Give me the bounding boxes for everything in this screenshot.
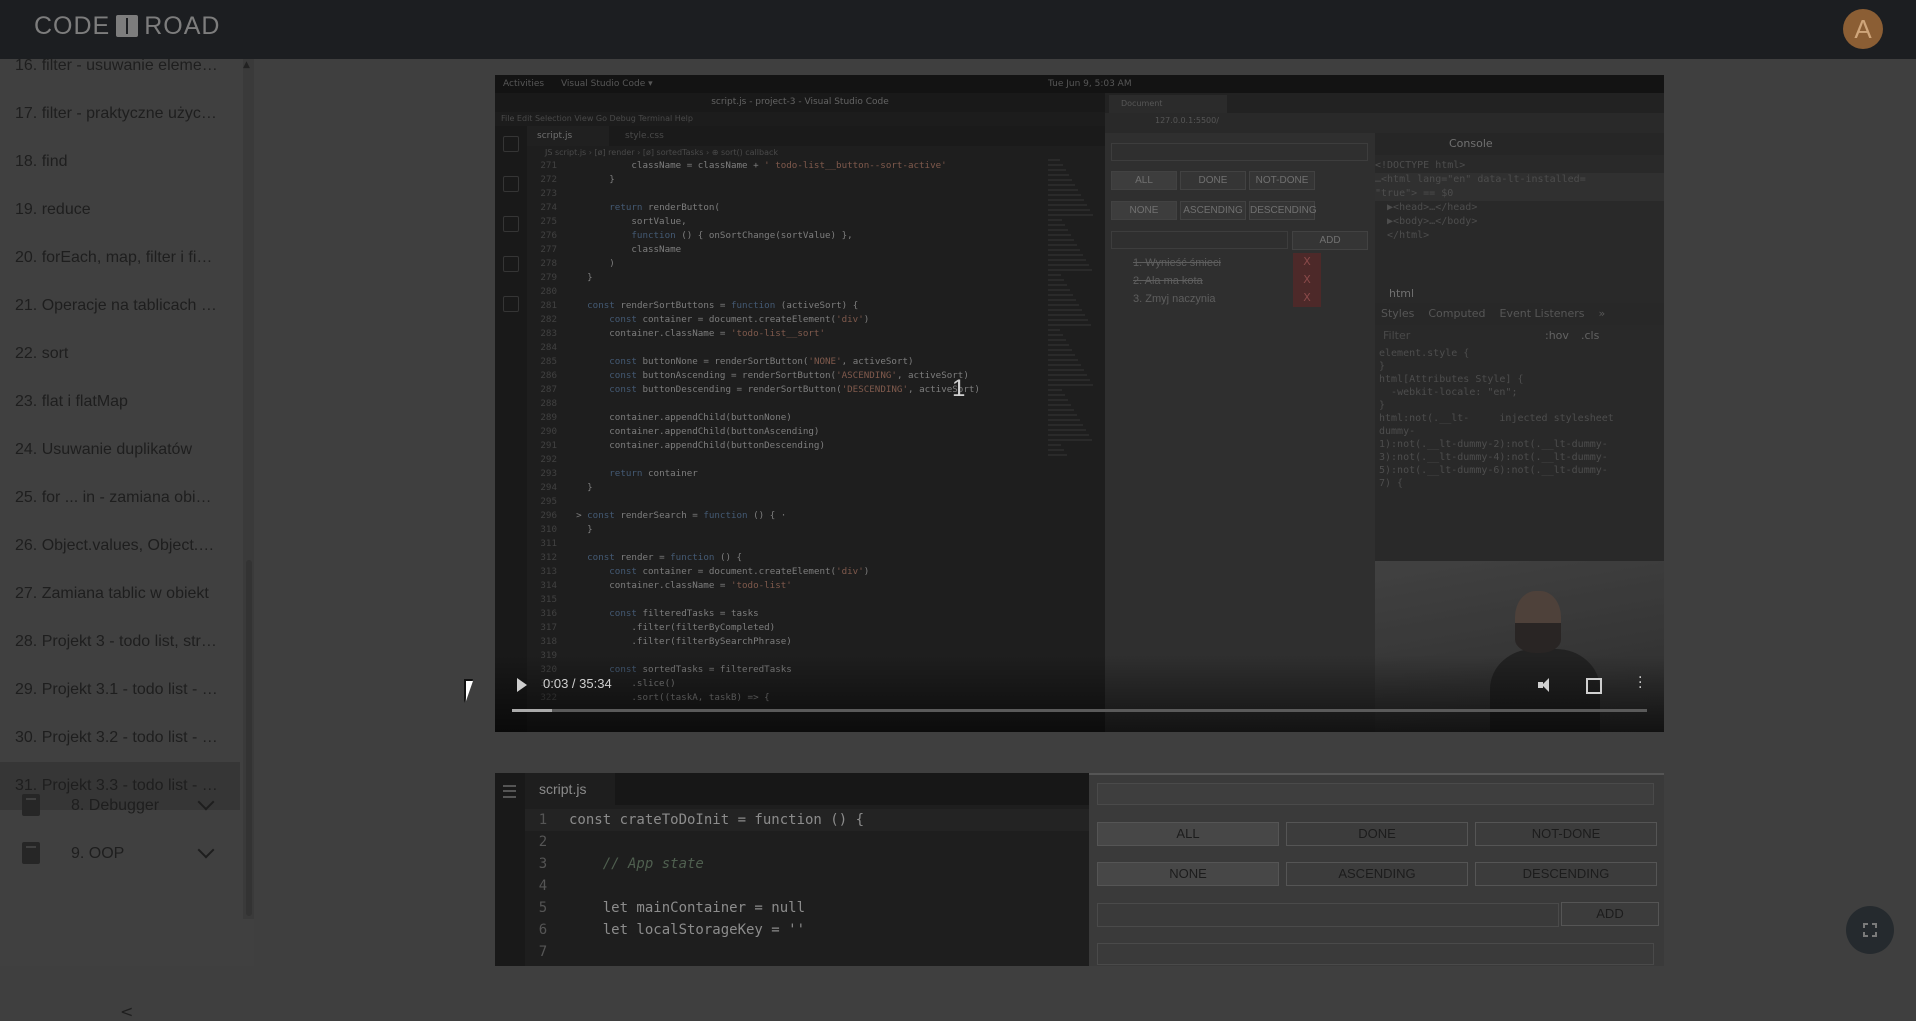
editor-line-number: 2 (538, 834, 548, 850)
lesson-item[interactable]: 19. reduce (0, 186, 240, 234)
editor-line-number: 1 (538, 812, 548, 828)
expand-icon (1862, 922, 1878, 938)
menu-icon[interactable] (503, 785, 516, 798)
app-preview: ALL DONE NOT-DONE NONE ASCENDING DESCENDING AD… (1089, 773, 1664, 966)
video-controls-gradient (495, 655, 1664, 732)
lesson-item[interactable]: 18. find (0, 138, 240, 186)
lesson-item[interactable]: 17. filter - praktyczne użyc… (0, 90, 240, 138)
lesson-item[interactable]: 28. Projekt 3 - todo list, str… (0, 618, 240, 666)
sidebar-section-9[interactable]: 9. OOP (0, 830, 240, 878)
editor-line-number: 7 (538, 944, 548, 960)
mouse-cursor-icon (464, 679, 480, 703)
section-label: 8. Debugger (71, 797, 160, 814)
lesson-item[interactable]: 24. Usuwanie duplikatów (0, 426, 240, 474)
editor-line-code: let localStorageKey = '' (569, 922, 806, 938)
editor-line: 3 // App state (525, 853, 1089, 875)
editor-tab-script[interactable]: script.js (525, 773, 615, 805)
editor-line-number: 4 (538, 878, 548, 894)
editor-line: 4 (525, 875, 1089, 897)
book-icon (22, 842, 40, 864)
lesson-item[interactable]: 21. Operacje na tablicach … (0, 282, 240, 330)
editor-line: 7 (525, 941, 1089, 963)
lesson-item[interactable]: 27. Zamiana tablic w obiekt (0, 570, 240, 618)
top-bar: CODE ROAD A (0, 0, 1916, 59)
lesson-item[interactable]: 30. Projekt 3.2 - todo list - … (0, 714, 240, 762)
lesson-item[interactable]: 20. forEach, map, filter i fi… (0, 234, 240, 282)
editor-line-number: 3 (538, 856, 548, 872)
collapse-sidebar-button[interactable]: < (120, 1002, 133, 1021)
lesson-item[interactable]: 23. flat i flatMap (0, 378, 240, 426)
editor-line: 6 let localStorageKey = '' (525, 919, 1089, 941)
video-progress-bar[interactable] (512, 709, 1647, 712)
editor-line-code: let mainContainer = null (569, 900, 806, 916)
editor-line-number: 5 (538, 900, 548, 916)
video-progress-fill (512, 709, 552, 712)
preview-filter-button-not-done[interactable]: NOT-DONE (1475, 822, 1657, 846)
play-icon[interactable] (517, 678, 527, 692)
editor-line: 2 (525, 831, 1089, 853)
editor-sidebar (495, 773, 525, 966)
editor-line: 5 let mainContainer = null (525, 897, 1089, 919)
chevron-down-icon[interactable] (197, 793, 215, 811)
editor-line-code: // App state (569, 856, 704, 872)
road-icon (116, 15, 139, 37)
preview-filter-button-done[interactable]: DONE (1286, 822, 1468, 846)
logo-text-right: ROAD (144, 12, 221, 40)
sidebar-section-8[interactable]: 8. Debugger (0, 782, 240, 830)
editor-code[interactable]: 1 const crateToDoInit = function () { 2 3 /… (525, 809, 1089, 963)
lesson-item[interactable]: 16. filter - usuwanie eleme… (0, 42, 240, 90)
preview-add-button[interactable]: ADD (1561, 902, 1659, 926)
video-time: 0:03 / 35:34 (543, 676, 612, 691)
lesson-item[interactable]: 26. Object.values, Object.… (0, 522, 240, 570)
logo[interactable]: CODE ROAD (34, 12, 220, 41)
preview-top-border (1089, 773, 1664, 775)
preview-list-area (1097, 943, 1654, 965)
sidebar: 16. filter - usuwanie eleme… 17. filter -… (0, 57, 254, 1021)
preview-search-input[interactable] (1097, 783, 1654, 805)
video-dim-overlay (495, 75, 1664, 732)
logo-text-left: CODE (34, 12, 111, 40)
sidebar-scrollbar-thumb[interactable] (246, 560, 252, 916)
fullscreen-button[interactable] (1846, 906, 1894, 954)
preview-sort-button-descending[interactable]: DESCENDING (1475, 862, 1657, 886)
chevron-down-icon[interactable] (197, 841, 215, 859)
fullscreen-icon[interactable] (1586, 678, 1602, 694)
lesson-item[interactable]: 25. for ... in - zamiana obi… (0, 474, 240, 522)
preview-new-task-input[interactable] (1097, 903, 1559, 927)
editor-line-code: const crateToDoInit = function () { (569, 812, 865, 828)
lesson-item[interactable]: 29. Projekt 3.1 - todo list - … (0, 666, 240, 714)
editor-line: 1 const crateToDoInit = function () { (525, 809, 1089, 831)
code-editor[interactable]: script.js 1 const crateToDoInit = functio… (495, 773, 1089, 966)
preview-sort-button-none[interactable]: NONE (1097, 862, 1279, 886)
video-player[interactable]: Activities Visual Studio Code ▾ Tue Jun … (495, 75, 1664, 732)
user-avatar[interactable]: A (1843, 9, 1883, 49)
preview-sort-button-ascending[interactable]: ASCENDING (1286, 862, 1468, 886)
book-icon (22, 794, 40, 816)
scroll-up-arrow-icon[interactable]: ▲ (243, 60, 250, 70)
lesson-item[interactable]: 22. sort (0, 330, 240, 378)
preview-filter-button-all[interactable]: ALL (1097, 822, 1279, 846)
video-center-number: 1 (952, 375, 966, 402)
editor-line-number: 6 (538, 922, 548, 938)
volume-icon[interactable] (1538, 678, 1554, 692)
more-options-icon[interactable]: · · · (1638, 671, 1642, 695)
section-label: 9. OOP (71, 845, 125, 862)
